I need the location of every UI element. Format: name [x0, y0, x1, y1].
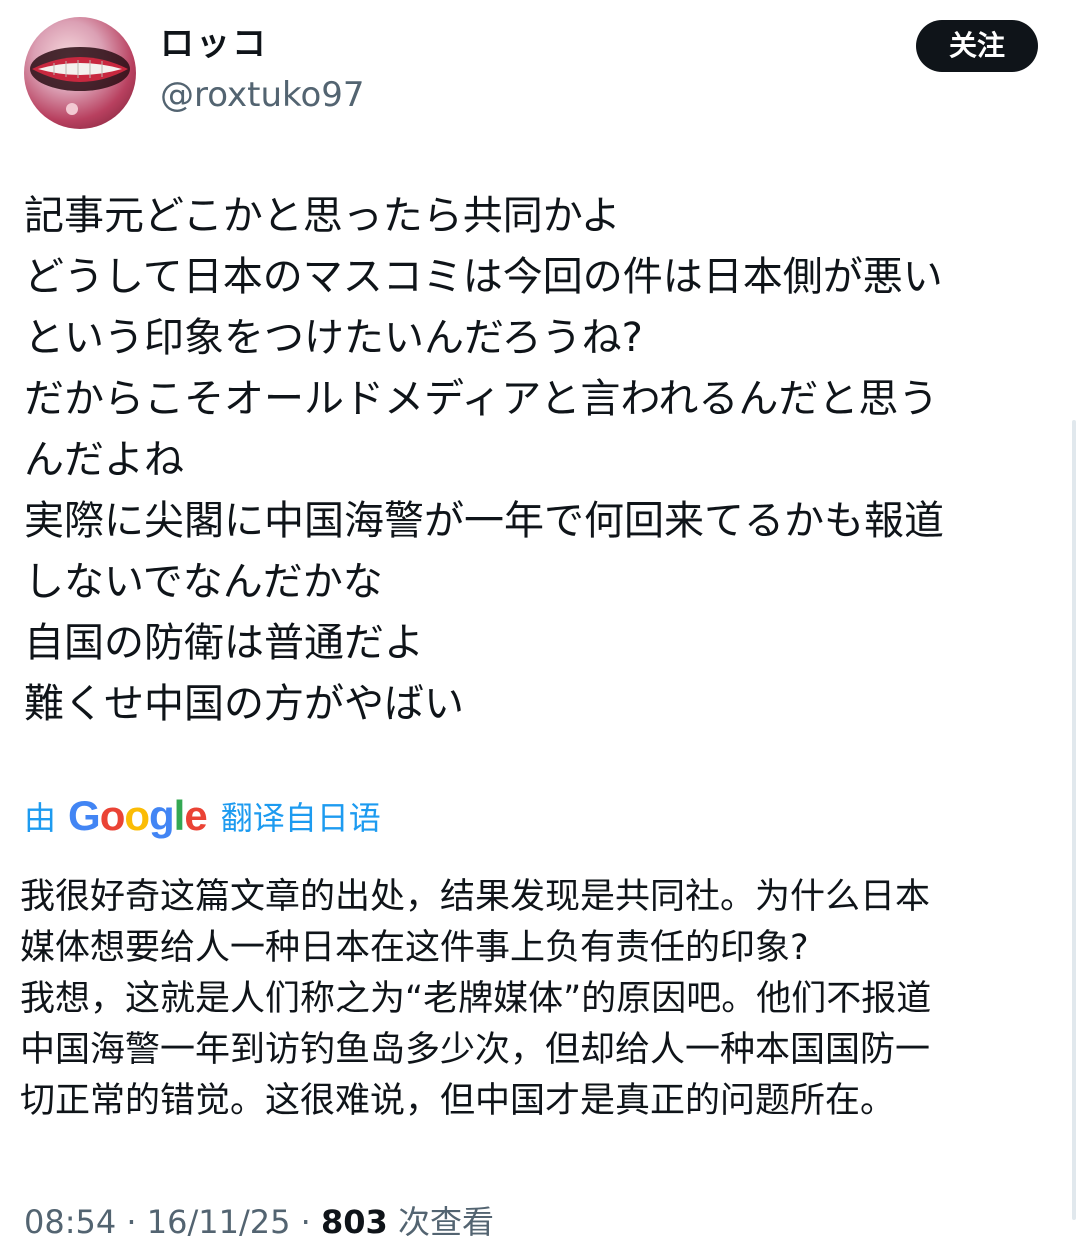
- tweet-line: という印象をつけたいんだろうね?: [24, 315, 643, 361]
- meta-separator: ·: [300, 1203, 311, 1241]
- google-logo-letter: o: [124, 792, 150, 839]
- translated-line: 中国海警一年到访钓鱼岛多少次，但却给人一种本国国防一: [20, 1030, 931, 1070]
- google-logo-icon: Google: [68, 790, 208, 842]
- tweet-date[interactable]: 16/11/25: [147, 1203, 291, 1241]
- translated-body: 我很好奇这篇文章的出处，结果发现是共同社。为什么日本 媒体想要给人一种日本在这件…: [20, 872, 1060, 1127]
- tweet-meta: 08:54 · 16/11/25 · 803 次查看: [24, 1200, 494, 1244]
- tweet-line: 実際に尖閣に中国海警が一年で何回来てるかも報道: [24, 498, 944, 544]
- google-logo-letter: G: [68, 792, 101, 839]
- translated-line: 我想，这就是人们称之为“老牌媒体”的原因吧。他们不报道: [20, 979, 932, 1019]
- follow-button[interactable]: 关注: [916, 20, 1038, 72]
- views-label: 次查看: [397, 1203, 494, 1241]
- user-handle[interactable]: @roxtuko97: [160, 73, 365, 117]
- tweet-line: 記事元どこかと思ったら共同かよ: [24, 193, 621, 239]
- tweet-line: 自国の防衛は普通だよ: [24, 620, 424, 666]
- translation-prefix: 由: [24, 799, 57, 837]
- tweet-header: ロッコ @roxtuko97 关注: [0, 0, 1080, 150]
- translated-line: 我很好奇这篇文章的出处，结果发现是共同社。为什么日本: [20, 877, 931, 917]
- user-display-name[interactable]: ロッコ: [160, 22, 268, 66]
- meta-separator: ·: [126, 1203, 137, 1241]
- translated-line: 切正常的错觉。这很难说，但中国才是真正的问题所在。: [20, 1081, 896, 1121]
- tweet-time[interactable]: 08:54: [24, 1203, 116, 1241]
- translated-line: 媒体想要给人一种日本在这件事上负有责任的印象?: [20, 928, 809, 968]
- translation-source-label: 翻译自日语: [220, 799, 381, 837]
- scrollbar[interactable]: [1072, 420, 1076, 1220]
- tweet-line: しないでなんだかな: [24, 559, 383, 605]
- google-logo-letter: o: [99, 792, 126, 839]
- tweet-line: だからこそオールドメディアと言われるんだと思う: [24, 376, 939, 422]
- tweet-line: どうして日本のマスコミは今回の件は日本側が悪い: [24, 254, 943, 300]
- tweet-body: 記事元どこかと思ったら共同かよ どうして日本のマスコミは今回の件は日本側が悪い …: [24, 186, 1054, 735]
- tweet-line: んだよね: [24, 437, 184, 483]
- translation-attribution[interactable]: 由 Google 翻译自日语: [24, 790, 381, 842]
- google-logo-letter: e: [184, 792, 207, 839]
- avatar-image: [30, 47, 130, 115]
- tweet-line: 難くせ中国の方がやばい: [24, 681, 464, 727]
- google-logo-letter: g: [149, 792, 175, 839]
- views-count: 803: [320, 1203, 388, 1241]
- user-avatar[interactable]: [24, 17, 136, 129]
- google-logo-letter: l: [173, 792, 186, 839]
